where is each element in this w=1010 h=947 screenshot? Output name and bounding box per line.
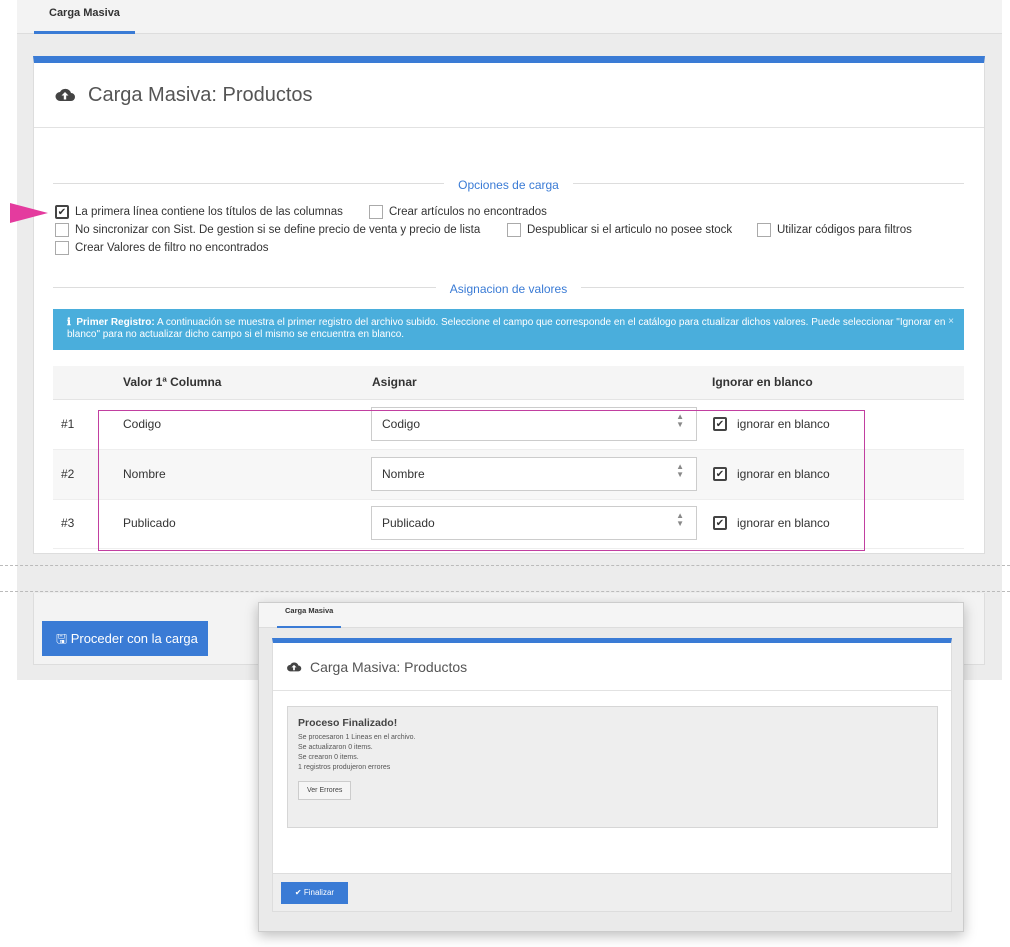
section-options-title: Opciones de carga [53, 176, 964, 192]
finish-button[interactable]: ✔ Finalizar [281, 882, 348, 904]
checkbox-checked-icon[interactable]: ✔ [55, 205, 69, 219]
info-alert: ℹ Primer Registro: A continuación se mue… [53, 309, 964, 350]
column-header-ignore: Ignorar en blanco [712, 375, 813, 389]
save-icon: 🖫 [56, 631, 68, 646]
pointer-arrow-icon [10, 203, 48, 223]
checkbox-icon[interactable] [55, 223, 69, 237]
panel-header: Carga Masiva: Productos [34, 63, 984, 128]
column-header-value: Valor 1ª Columna [123, 375, 222, 389]
checkbox-icon[interactable] [369, 205, 383, 219]
option-no-sync[interactable]: No sincronizar con Sist. De gestion si s… [55, 223, 480, 237]
checkbox-icon[interactable] [757, 223, 771, 237]
result-panel: Carga Masiva: Productos Proceso Finaliza… [272, 638, 952, 912]
tab-bar: Carga Masiva [17, 0, 1002, 34]
check-icon: ✔ [294, 888, 302, 897]
result-line: Se actualizaron 0 items. [298, 744, 373, 751]
checkbox-icon[interactable] [55, 241, 69, 255]
option-create-articles[interactable]: Crear artículos no encontrados [369, 205, 547, 219]
close-icon[interactable]: × [948, 316, 954, 328]
option-use-filter-codes[interactable]: Utilizar códigos para filtros [757, 223, 912, 237]
option-unpublish-no-stock[interactable]: Despublicar si el articulo no posee stoc… [507, 223, 732, 237]
result-title: Carga Masiva: Productos [310, 658, 468, 675]
column-header-assign: Asignar [372, 375, 417, 389]
result-line: Se procesaron 1 Lineas en el archivo. [298, 734, 416, 741]
tab-carga-masiva[interactable]: Carga Masiva [34, 0, 135, 34]
view-errors-button[interactable]: Ver Errores [298, 781, 352, 800]
proceed-button[interactable]: 🖫 Proceder con la carga [42, 621, 208, 656]
cloud-upload-icon [55, 88, 75, 101]
section-assign-title: Asignacion de valores [53, 280, 964, 296]
result-line: Se crearon 0 items. [298, 754, 359, 761]
tab-carga-masiva[interactable]: Carga Masiva [277, 603, 342, 628]
info-icon: ℹ [67, 317, 71, 328]
result-footer: ✔ Finalizar [273, 873, 951, 911]
popup-tab-bar: Carga Masiva [259, 603, 963, 628]
result-panel-header: Carga Masiva: Productos [273, 643, 951, 691]
cut-line-bottom [0, 591, 1010, 592]
option-create-filter-values[interactable]: Crear Valores de filtro no encontrados [55, 241, 268, 255]
result-box: Proceso Finalizado! Se procesaron 1 Line… [287, 706, 938, 828]
option-first-line-titles[interactable]: ✔ La primera línea contiene los títulos … [55, 205, 343, 219]
result-window: Carga Masiva Carga Masiva: Productos Pro… [258, 602, 964, 932]
cloud-upload-icon [287, 662, 302, 671]
checkbox-icon[interactable] [507, 223, 521, 237]
page-title: Carga Masiva: Productos [88, 83, 313, 106]
result-heading: Proceso Finalizado! [298, 717, 398, 729]
result-line: 1 registros produjeron errores [298, 764, 391, 771]
cut-line-top [0, 565, 1010, 566]
highlight-box [98, 410, 865, 551]
